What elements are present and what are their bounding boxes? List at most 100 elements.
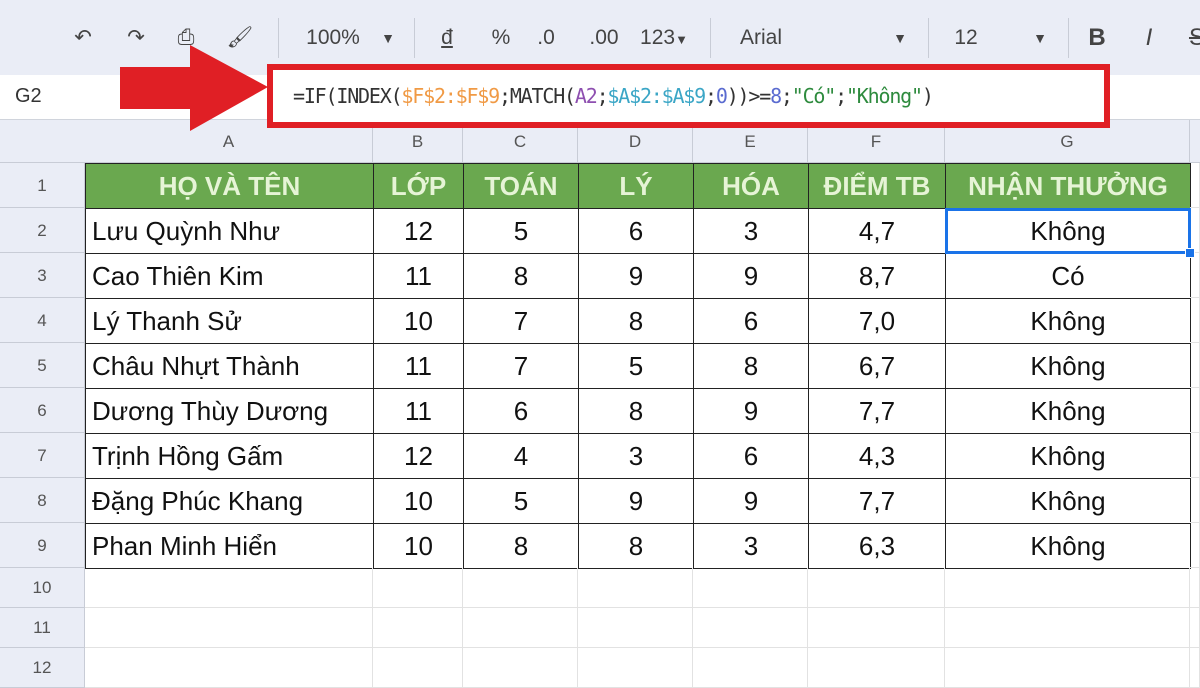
empty-cell[interactable]	[1190, 253, 1200, 298]
table-cell[interactable]: 6	[578, 208, 694, 254]
empty-cell[interactable]	[693, 568, 808, 608]
empty-cell[interactable]	[463, 648, 578, 688]
table-cell[interactable]: 7,0	[808, 298, 946, 344]
table-cell[interactable]: 9	[693, 478, 809, 524]
table-cell[interactable]: 7	[463, 298, 579, 344]
table-cell[interactable]: 6,7	[808, 343, 946, 389]
table-cell[interactable]: 6	[463, 388, 579, 434]
chevron-down-icon[interactable]: ▼	[376, 22, 400, 54]
empty-cell[interactable]	[808, 568, 945, 608]
table-cell[interactable]: 9	[693, 253, 809, 299]
table-cell[interactable]: 12	[373, 208, 464, 254]
table-cell[interactable]: 8	[578, 298, 694, 344]
fill-handle[interactable]	[1185, 248, 1195, 258]
row-header-10[interactable]: 10	[0, 568, 85, 608]
increase-decimal-button[interactable]: .00	[582, 22, 626, 54]
table-cell[interactable]: Không	[945, 343, 1191, 389]
empty-cell[interactable]	[808, 608, 945, 648]
empty-cell[interactable]	[1190, 433, 1200, 478]
table-cell[interactable]: 8	[693, 343, 809, 389]
table-cell[interactable]: 11	[373, 388, 464, 434]
row-header-9[interactable]: 9	[0, 523, 85, 568]
table-cell[interactable]: 5	[463, 478, 579, 524]
table-cell[interactable]: Không	[945, 523, 1191, 569]
row-header-7[interactable]: 7	[0, 433, 85, 478]
row-header-2[interactable]: 2	[0, 208, 85, 253]
header-cell[interactable]: ĐIỂM TB	[808, 163, 946, 209]
name-box[interactable]: G2	[15, 85, 42, 108]
row-header-3[interactable]: 3	[0, 253, 85, 298]
empty-cell[interactable]	[578, 608, 693, 648]
header-cell[interactable]: LÝ	[578, 163, 694, 209]
formula-highlight-box[interactable]: =IF(INDEX($F$2:$F$9;MATCH(A2;$A$2:$A$9;0…	[267, 64, 1110, 128]
table-cell[interactable]: Không	[945, 433, 1191, 479]
table-cell[interactable]: Phan Minh Hiển	[85, 523, 374, 569]
table-cell[interactable]: Cao Thiên Kim	[85, 253, 374, 299]
empty-cell[interactable]	[945, 608, 1190, 648]
header-cell[interactable]: TOÁN	[463, 163, 579, 209]
table-cell[interactable]: 4,3	[808, 433, 946, 479]
empty-cell[interactable]	[1190, 523, 1200, 568]
table-cell[interactable]: Không	[945, 298, 1191, 344]
table-cell[interactable]: 6,3	[808, 523, 946, 569]
table-cell[interactable]: Dương Thùy Dương	[85, 388, 374, 434]
empty-cell[interactable]	[85, 568, 373, 608]
table-cell[interactable]: Châu Nhựt Thành	[85, 343, 374, 389]
empty-cell[interactable]	[578, 568, 693, 608]
empty-cell[interactable]	[693, 648, 808, 688]
chevron-down-icon[interactable]: ▼	[1028, 22, 1052, 54]
table-cell[interactable]: 10	[373, 523, 464, 569]
table-cell[interactable]: Lưu Quỳnh Như	[85, 208, 374, 254]
table-cell[interactable]: 9	[578, 253, 694, 299]
table-cell[interactable]: Đặng Phúc Khang	[85, 478, 374, 524]
more-formats-button[interactable]: 123▼	[634, 22, 694, 54]
header-cell[interactable]: NHẬN THƯỞNG	[945, 163, 1191, 209]
row-header-11[interactable]: 11	[0, 608, 85, 648]
row-header-1[interactable]: 1	[0, 163, 85, 208]
empty-cell[interactable]	[1190, 648, 1200, 688]
table-cell[interactable]: 5	[578, 343, 694, 389]
row-header-5[interactable]: 5	[0, 343, 85, 388]
empty-cell[interactable]	[373, 608, 463, 648]
zoom-select[interactable]: 100%	[298, 22, 368, 54]
undo-icon[interactable]: ↶	[65, 22, 101, 54]
empty-cell[interactable]	[373, 568, 463, 608]
table-cell[interactable]: 7	[463, 343, 579, 389]
table-cell[interactable]: 5	[463, 208, 579, 254]
row-header-12[interactable]: 12	[0, 648, 85, 688]
currency-format-button[interactable]: đ	[432, 22, 462, 54]
italic-button[interactable]: I	[1134, 22, 1164, 54]
decrease-decimal-button[interactable]: .0	[528, 22, 564, 54]
header-cell[interactable]: HỌ VÀ TÊN	[85, 163, 374, 209]
table-cell[interactable]: 6	[693, 298, 809, 344]
formula-input[interactable]: =IF(INDEX($F$2:$F$9;MATCH(A2;$A$2:$A$9;0…	[293, 84, 934, 108]
header-cell[interactable]: HÓA	[693, 163, 809, 209]
empty-cell[interactable]	[1190, 343, 1200, 388]
font-select[interactable]: Arial	[740, 22, 790, 54]
row-header-4[interactable]: 4	[0, 298, 85, 343]
table-cell[interactable]: 10	[373, 298, 464, 344]
empty-cell[interactable]	[945, 648, 1190, 688]
table-cell[interactable]: 10	[373, 478, 464, 524]
empty-cell[interactable]	[1190, 208, 1200, 253]
table-cell[interactable]: 4	[463, 433, 579, 479]
table-cell[interactable]: 7,7	[808, 388, 946, 434]
empty-cell[interactable]	[1190, 608, 1200, 648]
row-header-8[interactable]: 8	[0, 478, 85, 523]
empty-cell[interactable]	[85, 608, 373, 648]
empty-cell[interactable]	[1190, 388, 1200, 433]
empty-cell[interactable]	[578, 648, 693, 688]
table-cell[interactable]: 6	[693, 433, 809, 479]
table-cell[interactable]: 8	[578, 523, 694, 569]
table-cell[interactable]: 8,7	[808, 253, 946, 299]
table-cell[interactable]: 8	[463, 253, 579, 299]
chevron-down-icon[interactable]: ▼	[888, 22, 912, 54]
empty-cell[interactable]	[945, 568, 1190, 608]
table-cell[interactable]: 3	[578, 433, 694, 479]
empty-cell[interactable]	[1190, 478, 1200, 523]
empty-cell[interactable]	[1190, 568, 1200, 608]
table-cell[interactable]: 4,7	[808, 208, 946, 254]
empty-cell[interactable]	[1190, 298, 1200, 343]
table-cell[interactable]: Không	[945, 478, 1191, 524]
strikethrough-button[interactable]: S	[1182, 22, 1200, 54]
